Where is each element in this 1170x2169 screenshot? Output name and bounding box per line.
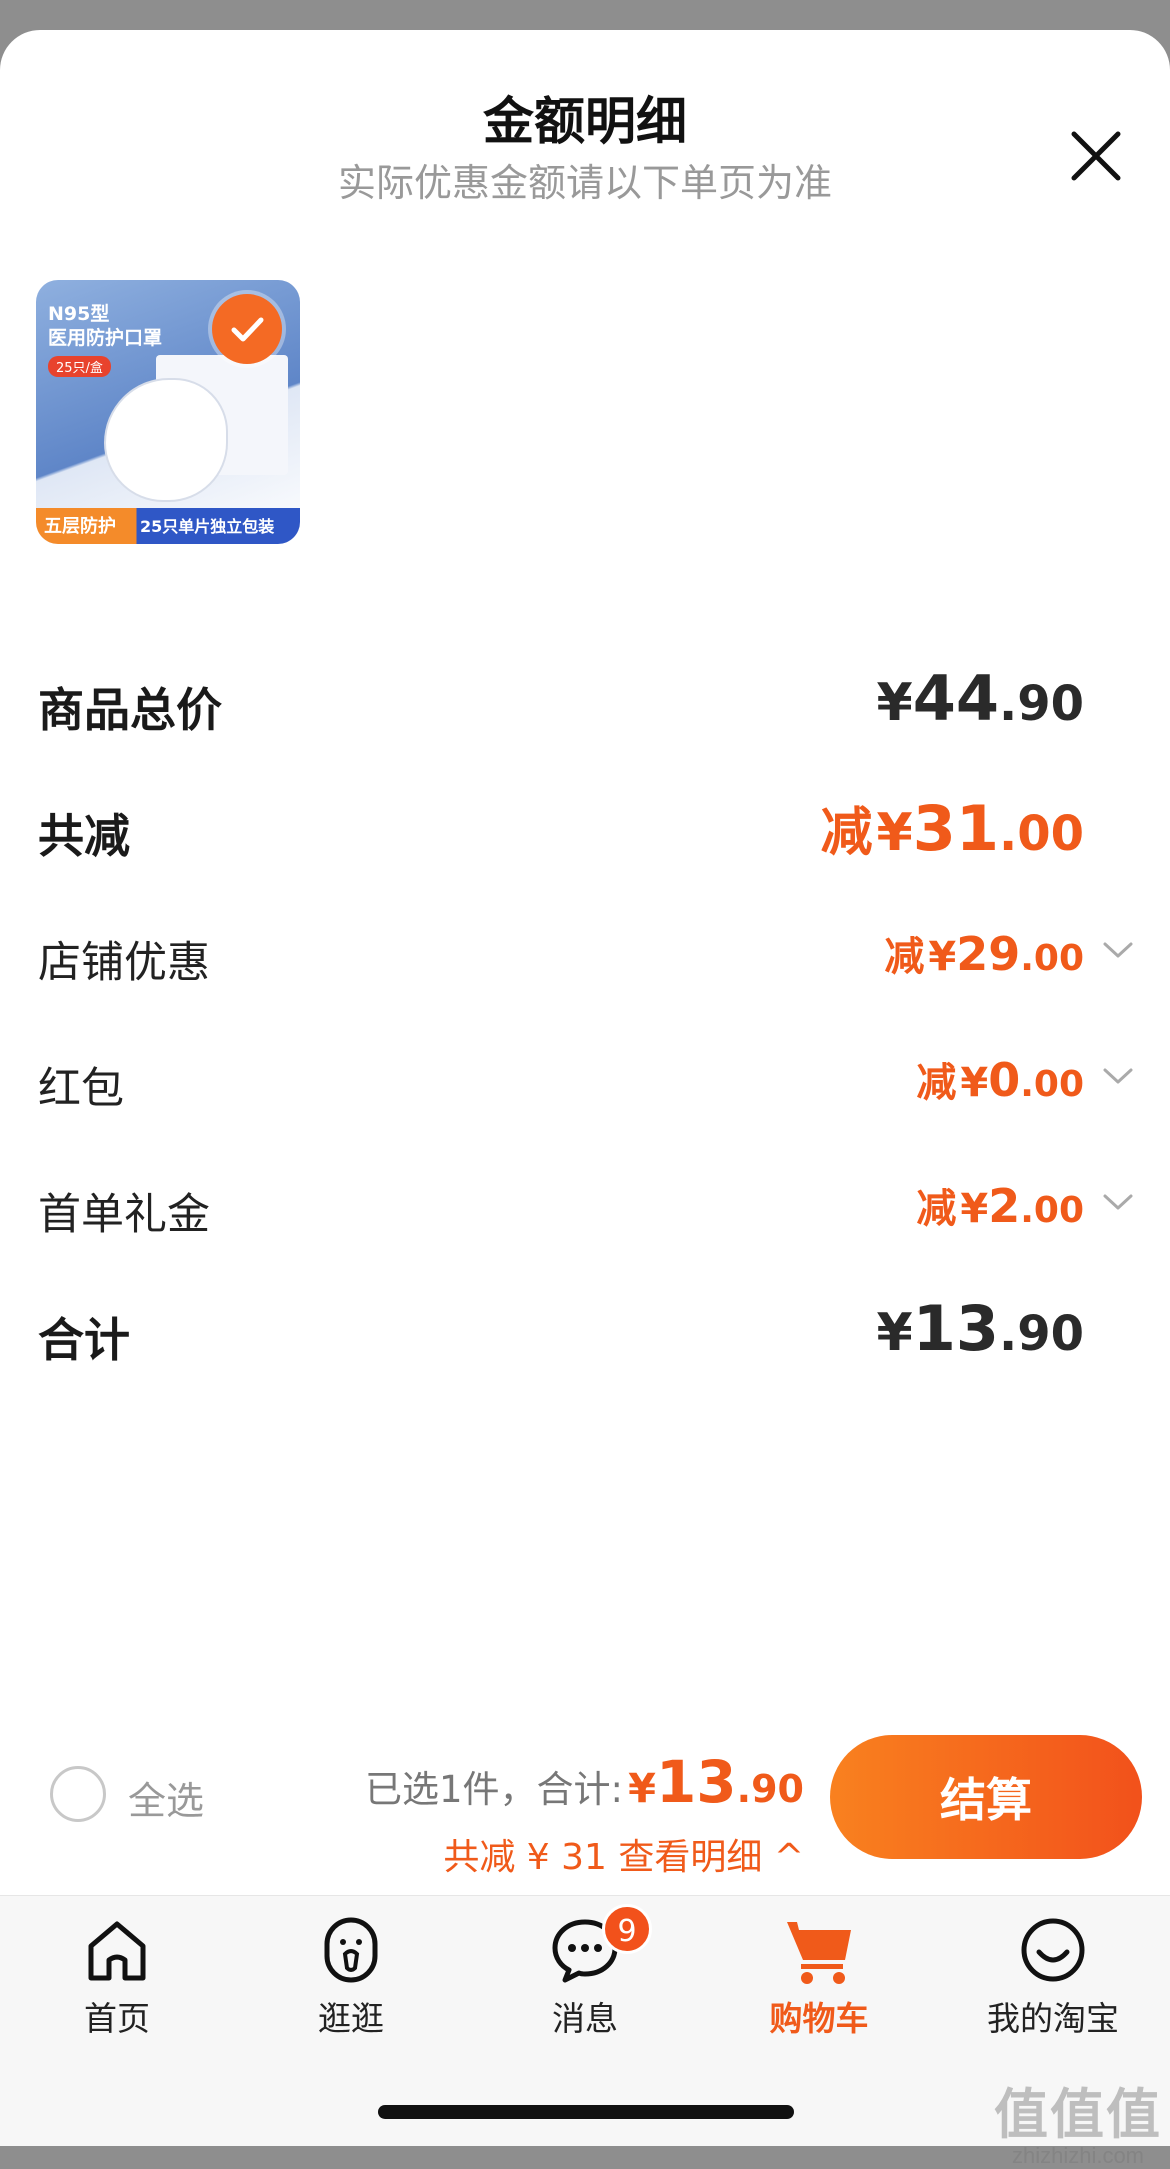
total-price-currency: ¥ <box>876 673 913 733</box>
cart-icon <box>787 1922 851 1984</box>
discover-icon <box>324 1917 378 1983</box>
shop-discount-amount: 减 ¥29.00 <box>884 924 1084 982</box>
product-thumb-bar-left: 五层防护 <box>44 516 116 537</box>
row-total-discount: 共减 减¥31.00 <box>0 776 1170 866</box>
cart-summary-bar: 全选 已选1件，合计: ¥13.90 共减 ¥ 31 查看明细 ^ 结算 <box>0 1718 1170 1894</box>
tab-messages[interactable]: 9 消息 <box>468 1904 702 2044</box>
watermark-text: 值值值 <box>994 2085 1162 2145</box>
first-order-gift-prefix: 减 <box>916 1186 957 1232</box>
total-discount-int: 31 <box>912 792 999 865</box>
sum-label: 合计 <box>38 1313 130 1367</box>
tab-messages-label: 消息 <box>552 1999 618 2038</box>
first-order-gift-label: 首单礼金 <box>38 1190 210 1240</box>
first-order-gift-int: 2 <box>988 1179 1021 1233</box>
tab-discover-label: 逛逛 <box>318 1999 384 2038</box>
tab-home[interactable]: 首页 <box>0 1914 234 2044</box>
chevron-down-icon[interactable] <box>1102 940 1134 960</box>
shop-discount-dec: .00 <box>1020 938 1084 979</box>
summary-label: 已选1件，合计: <box>365 1768 624 1811</box>
tab-my-taobao-label: 我的淘宝 <box>987 1999 1119 2038</box>
site-watermark: 值值值 zhizhizhi.com <box>994 2070 1162 2169</box>
row-first-order-gift[interactable]: 首单礼金 减 ¥2.00 <box>0 1154 1170 1244</box>
tab-cart-label: 购物车 <box>769 1999 869 2038</box>
summary-currency: ¥ <box>628 1766 656 1812</box>
total-price-amount: ¥44.90 <box>877 662 1085 735</box>
checkout-button[interactable]: 结算 <box>830 1735 1142 1859</box>
row-shop-discount[interactable]: 店铺优惠 减 ¥29.00 <box>0 902 1170 992</box>
shop-discount-int: 29 <box>956 927 1021 981</box>
total-price-int: 44 <box>912 662 999 735</box>
summary-total-int: 13 <box>655 1748 737 1816</box>
tab-cart[interactable]: 购物车 <box>702 1914 936 2044</box>
chevron-down-icon[interactable] <box>1102 1192 1134 1212</box>
total-discount-prefix: 减 <box>820 803 873 863</box>
sum-dec: .90 <box>998 1306 1084 1362</box>
amount-detail-sheet: 金额明细 实际优惠金额请以下单页为准 N95型 医用防护口罩 25只/盒 五层防… <box>0 30 1170 1895</box>
home-icon <box>88 1921 146 1981</box>
product-thumb-bar-right: 25只单片独立包装 <box>140 517 275 536</box>
sheet-subtitle: 实际优惠金额请以下单页为准 <box>337 161 832 205</box>
first-order-gift-amount: 减 ¥2.00 <box>916 1176 1084 1234</box>
product-thumb-tag: 25只/盒 <box>48 356 111 377</box>
chevron-down-icon[interactable] <box>1102 1066 1134 1086</box>
red-packet-int: 0 <box>988 1053 1021 1107</box>
row-red-packet[interactable]: 红包 减 ¥0.00 <box>0 1028 1170 1118</box>
row-total-price: 商品总价 ¥44.90 <box>0 650 1170 740</box>
selected-check-icon <box>212 294 282 364</box>
summary-total-dec: .90 <box>736 1767 804 1811</box>
total-discount-currency: ¥ <box>876 803 913 863</box>
watermark-url: zhizhizhi.com <box>1011 2143 1145 2168</box>
close-icon[interactable] <box>1064 124 1128 188</box>
red-packet-prefix: 减 <box>916 1060 957 1106</box>
sum-amount: ¥13.90 <box>877 1292 1085 1365</box>
sheet-title: 金额明细 <box>482 93 687 152</box>
smile-icon <box>1021 1918 1085 1982</box>
shop-discount-label: 店铺优惠 <box>38 938 210 988</box>
tab-discover[interactable]: 逛逛 <box>234 1914 468 2044</box>
shop-discount-prefix: 减 <box>884 934 925 980</box>
total-discount-label: 共减 <box>38 809 130 863</box>
row-sum: 合计 ¥13.90 <box>0 1280 1170 1370</box>
product-thumbnail[interactable]: N95型 医用防护口罩 25只/盒 五层防护 25只单片独立包装 <box>36 280 300 544</box>
total-discount-dec: .00 <box>998 806 1084 862</box>
red-packet-label: 红包 <box>38 1064 124 1114</box>
tab-home-label: 首页 <box>84 1999 150 2038</box>
red-packet-currency: ¥ <box>960 1060 989 1106</box>
select-all-radio[interactable] <box>50 1766 106 1822</box>
message-count-badge: 9 <box>602 1904 652 1954</box>
red-packet-dec: .00 <box>1020 1064 1084 1105</box>
total-discount-amount: 减¥31.00 <box>820 790 1084 865</box>
shop-discount-currency: ¥ <box>928 934 957 980</box>
view-detail-link[interactable]: 共减 ¥ 31 查看明细 ^ <box>443 1828 804 1880</box>
mask-graphic <box>106 380 226 500</box>
total-price-label: 商品总价 <box>38 683 222 737</box>
first-order-gift-currency: ¥ <box>960 1186 989 1232</box>
cart-summary: 已选1件，合计: ¥13.90 <box>365 1748 804 1816</box>
sum-currency: ¥ <box>876 1303 913 1363</box>
select-all-label[interactable]: 全选 <box>128 1770 204 1825</box>
red-packet-amount: 减 ¥0.00 <box>916 1050 1084 1108</box>
first-order-gift-dec: .00 <box>1020 1190 1084 1231</box>
tab-my-taobao[interactable]: 我的淘宝 <box>936 1914 1170 2044</box>
total-price-dec: .90 <box>998 676 1084 732</box>
product-thumb-title: N95型 医用防护口罩 <box>48 303 163 349</box>
sum-int: 13 <box>912 1292 999 1365</box>
home-indicator[interactable] <box>378 2105 794 2119</box>
